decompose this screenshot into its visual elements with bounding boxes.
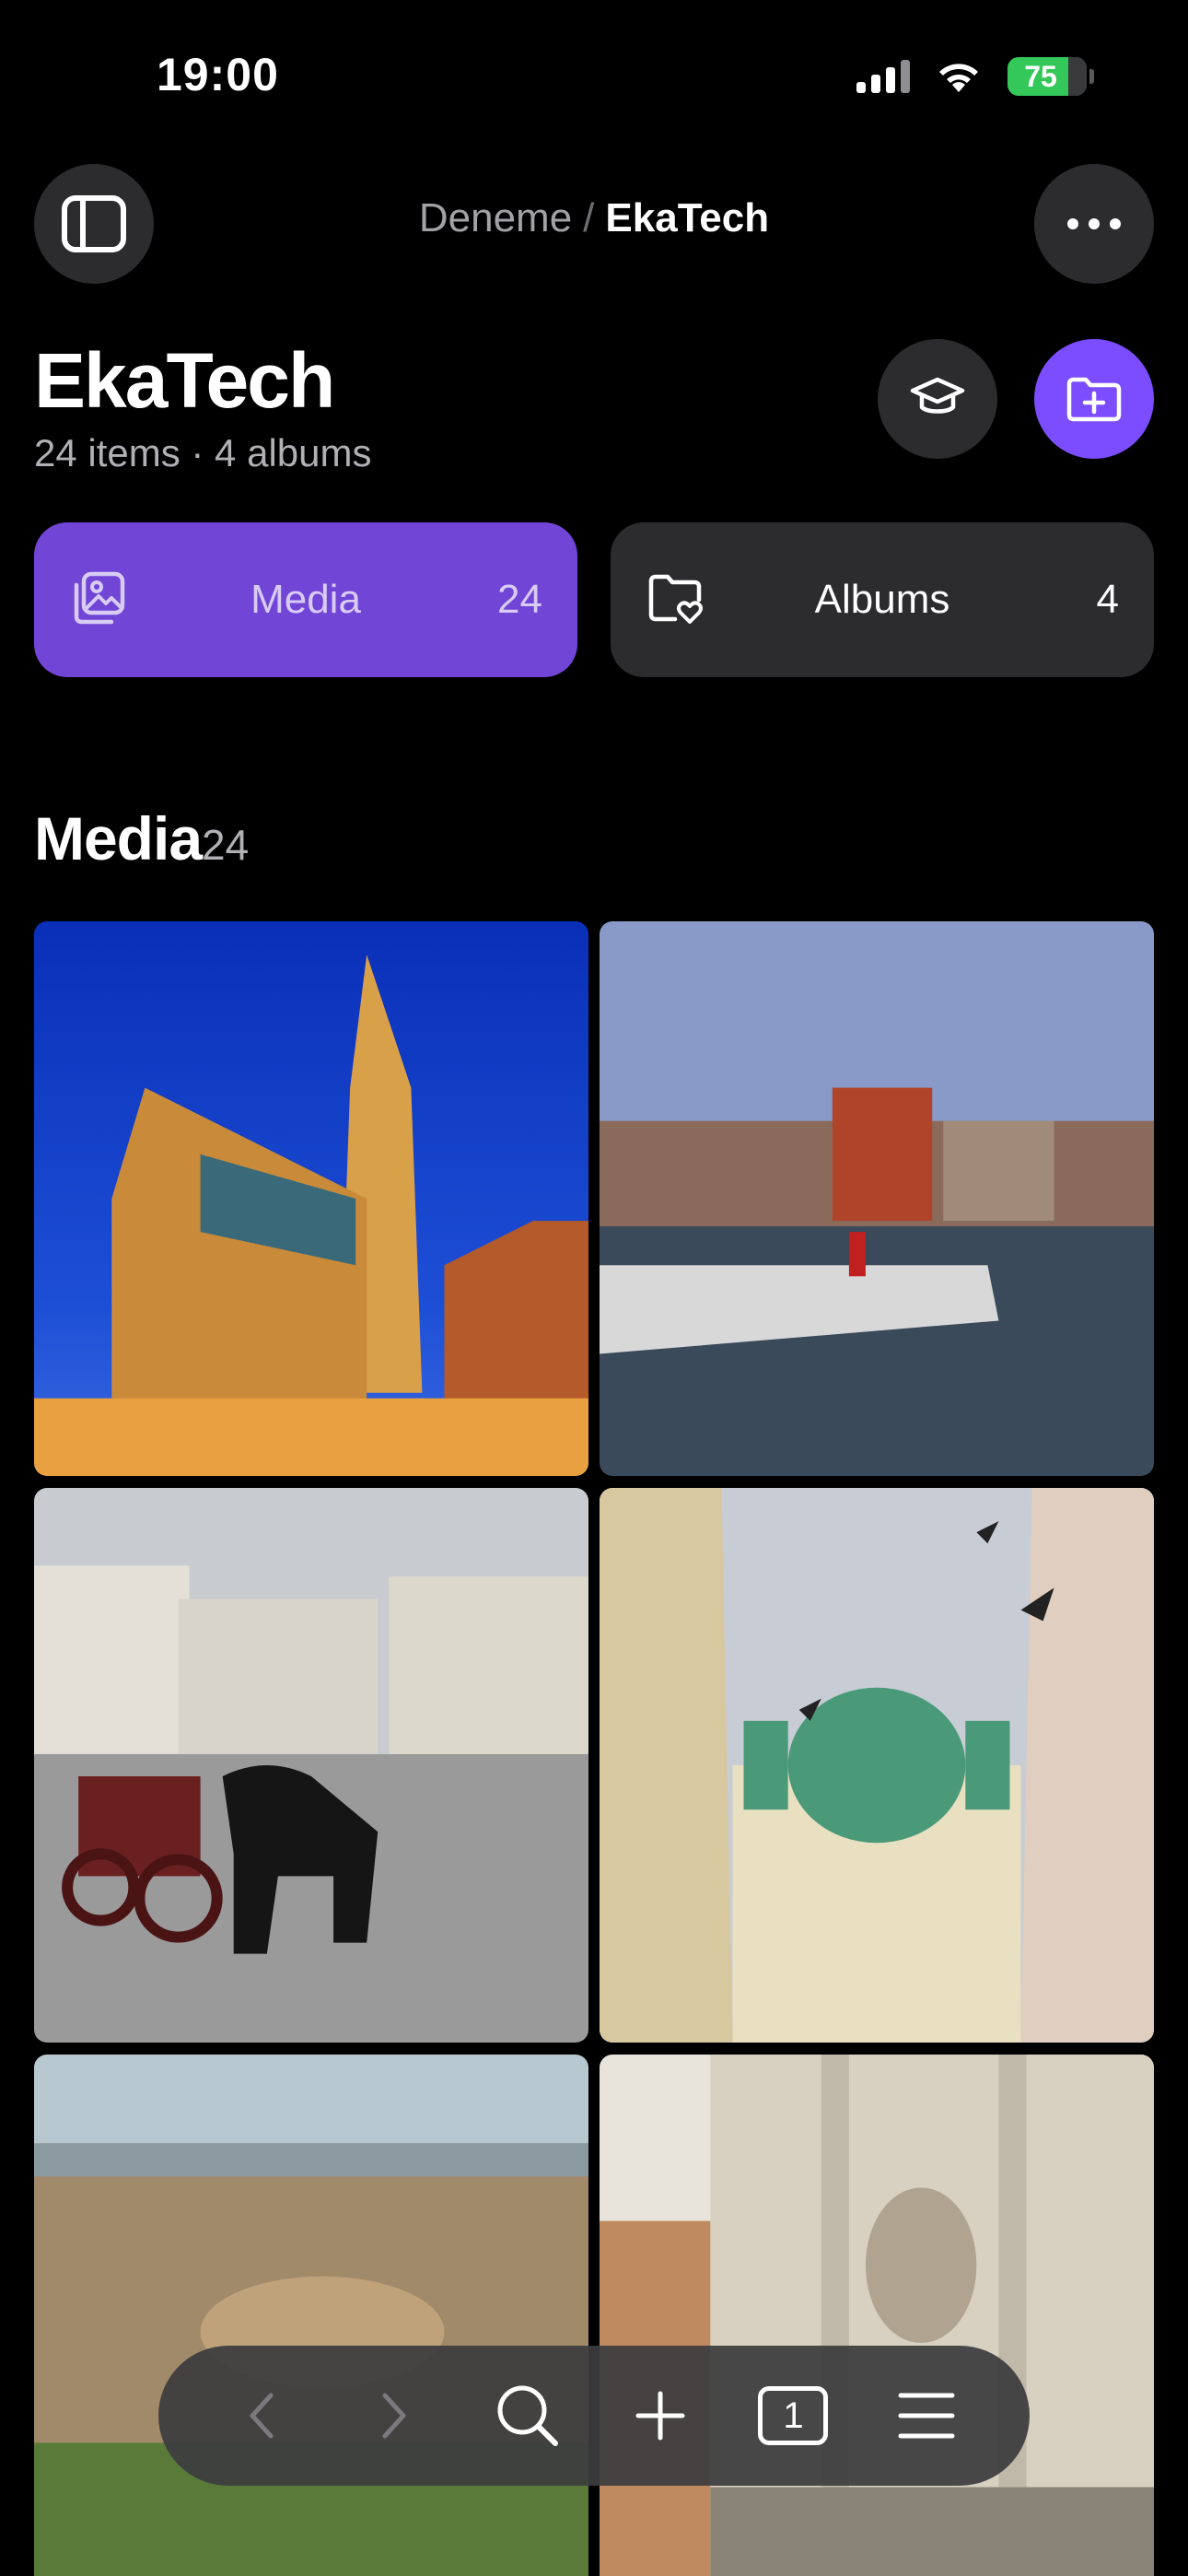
tab-albums[interactable]: Albums 4 (611, 522, 1154, 677)
wifi-icon (939, 64, 978, 92)
media-thumbnail[interactable] (600, 921, 1154, 1476)
menu-button[interactable] (876, 2365, 977, 2466)
media-thumbnail[interactable] (34, 1488, 588, 2043)
media-thumbnail[interactable] (600, 1488, 1154, 2043)
battery-level: 75 (1024, 59, 1057, 93)
status-time: 19:00 (157, 49, 279, 100)
tabs-button[interactable]: 1 (742, 2365, 844, 2466)
back-button[interactable] (211, 2365, 312, 2466)
plus-icon (635, 2391, 685, 2441)
more-icon (1067, 218, 1121, 229)
tab-count: 1 (783, 2395, 804, 2436)
tab-media[interactable]: Media 24 (34, 522, 577, 677)
tab-media-count: 24 (497, 577, 542, 622)
graduation-cap-icon (910, 377, 965, 414)
breadcrumb-current: EkaTech (605, 195, 770, 240)
tab-media-label: Media (250, 577, 361, 622)
page-title: EkaTech (34, 337, 335, 424)
status-indicators: 75 (856, 57, 1094, 96)
battery-icon: 75 (1007, 57, 1094, 96)
learn-button[interactable] (878, 339, 997, 459)
breadcrumb-separator: / (583, 195, 595, 240)
tabs-icon: 1 (758, 2386, 829, 2445)
section-count: 24 (202, 821, 250, 869)
search-icon (497, 2385, 558, 2446)
page-subtitle: 24 items · 4 albums (34, 431, 372, 474)
folder-plus-icon (1066, 377, 1122, 422)
media-thumbnail[interactable] (600, 2055, 1154, 2576)
back-icon (250, 2393, 274, 2439)
browser-toolbar: 1 (158, 2346, 1030, 2486)
media-thumbnail[interactable] (34, 921, 588, 1476)
cellular-signal-icon (856, 60, 910, 93)
tab-albums-count: 4 (1096, 577, 1119, 622)
search-button[interactable] (477, 2365, 578, 2466)
forward-button[interactable] (344, 2365, 445, 2466)
breadcrumb-parent[interactable]: Deneme (419, 195, 572, 240)
tab-albums-label: Albums (814, 577, 950, 622)
section-title-label: Media (34, 804, 203, 872)
new-tab-button[interactable] (610, 2365, 711, 2466)
media-thumbnail[interactable] (34, 2055, 588, 2576)
breadcrumb: Deneme / EkaTech (0, 195, 1188, 241)
forward-icon (382, 2393, 406, 2439)
more-options-button[interactable] (1034, 164, 1154, 284)
add-folder-button[interactable] (1034, 339, 1154, 459)
section-title: Media24 (34, 803, 249, 873)
menu-icon (898, 2393, 955, 2439)
